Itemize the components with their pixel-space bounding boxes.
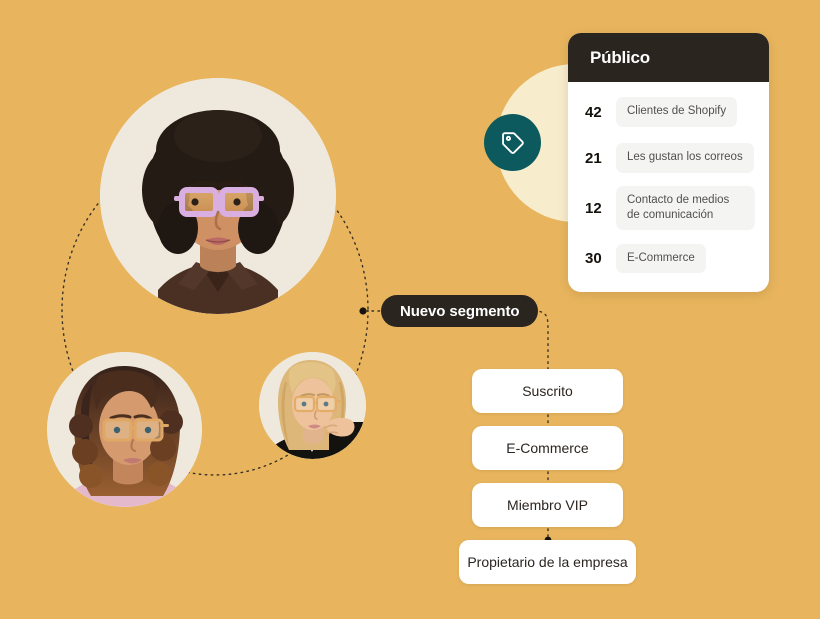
audience-label: Clientes de Shopify [616, 97, 738, 127]
audience-card: Público 42 Clientes de Shopify 21 Les gu… [568, 33, 769, 293]
audience-list: 42 Clientes de Shopify 21 Les gustan los… [568, 82, 769, 292]
connector-pill-to-stack [533, 310, 549, 373]
audience-count: 42 [585, 103, 602, 121]
avatar-primary [100, 78, 336, 314]
connector-dot-ellipse [359, 307, 367, 315]
segment-card-label: Suscrito [522, 383, 573, 399]
tag-icon [501, 131, 524, 154]
segment-card-ecommerce[interactable]: E-Commerce [472, 426, 623, 470]
new-segment-label: Nuevo segmento [400, 302, 520, 320]
segment-card-label: Miembro VIP [507, 497, 588, 513]
avatar-tertiary [259, 352, 366, 459]
audience-label: Contacto de medios de comunicación [616, 186, 755, 231]
avatar-secondary [47, 352, 202, 507]
new-segment-pill[interactable]: Nuevo segmento [381, 295, 539, 327]
audience-label: Les gustan los correos [616, 143, 754, 173]
audience-count: 21 [585, 149, 602, 167]
audience-card-title: Público [590, 47, 650, 67]
segment-card-miembro-vip[interactable]: Miembro VIP [472, 483, 623, 527]
audience-row[interactable]: 42 Clientes de Shopify [582, 94, 755, 130]
diagram-canvas: Nuevo segmento Suscrito E-Commerce Miemb… [0, 0, 820, 619]
segment-card-suscrito[interactable]: Suscrito [472, 369, 623, 413]
audience-card-header: Público [568, 33, 769, 82]
segment-card-label: E-Commerce [506, 440, 589, 456]
tag-badge[interactable] [484, 114, 541, 171]
avatar-primary-image [100, 78, 336, 314]
audience-label: E-Commerce [616, 243, 706, 273]
audience-count: 30 [585, 249, 602, 267]
audience-row[interactable]: 21 Les gustan los correos [582, 140, 755, 176]
audience-count: 12 [585, 199, 602, 217]
avatar-tertiary-image [259, 352, 366, 459]
segment-card-propietario-empresa[interactable]: Propietario de la empresa [459, 540, 636, 584]
audience-row[interactable]: 30 E-Commerce [582, 240, 755, 276]
avatar-secondary-image [47, 352, 202, 507]
audience-row[interactable]: 12 Contacto de medios de comunicación [582, 186, 755, 231]
segment-card-label: Propietario de la empresa [467, 554, 628, 570]
